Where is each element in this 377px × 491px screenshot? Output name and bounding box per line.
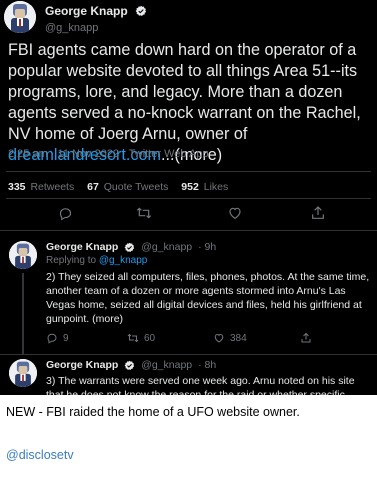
like-icon[interactable] [227, 205, 243, 221]
quotes-count: 67 [87, 181, 99, 193]
retweet-count: 60 [144, 332, 156, 344]
tweet-stats: 335 Retweets 67 Quote Tweets 952 Likes [8, 181, 238, 193]
retweet-button[interactable]: 60 [127, 332, 155, 344]
retweets-stat[interactable]: 335 Retweets [8, 181, 74, 193]
retweets-count: 335 [8, 181, 26, 193]
retweet-icon [127, 333, 139, 343]
reply-count: 9 [63, 332, 69, 344]
tweet-screenshot: George Knapp @g_knapp FBI agents came do… [0, 0, 377, 395]
avatar[interactable] [9, 359, 37, 387]
main-tweet-body: FBI agents came down hard on the operato… [8, 41, 361, 143]
display-name[interactable]: George Knapp [46, 241, 118, 253]
reply-tweet[interactable]: George Knapp @g_knapp · 8h 3) The warran… [0, 359, 377, 395]
like-button[interactable]: 384 [213, 332, 247, 344]
replying-prefix: Replying to [46, 255, 97, 266]
reply-tweet[interactable]: George Knapp @g_knapp · 9h Replying to @… [0, 241, 377, 355]
display-name[interactable]: George Knapp [45, 4, 128, 18]
reply-time[interactable]: · 9h [198, 241, 216, 253]
display-name[interactable]: George Knapp [46, 359, 118, 371]
verified-badge-icon [135, 5, 147, 16]
reply-time[interactable]: · 8h [198, 359, 216, 371]
divider [0, 354, 377, 355]
source-link[interactable]: @disclosetv [6, 448, 74, 462]
share-button[interactable] [300, 332, 312, 344]
share-icon[interactable] [310, 205, 326, 221]
reply-text: 3) The warrants were served one week ago… [46, 375, 355, 395]
divider [6, 171, 371, 172]
replying-to-handle[interactable]: @g_knapp [99, 255, 148, 266]
quotes-stat[interactable]: 67 Quote Tweets [87, 181, 168, 193]
reply-text: 2) They seized all computers, files, pho… [46, 271, 370, 325]
like-count: 384 [230, 332, 247, 344]
handle[interactable]: @g_knapp [45, 22, 147, 34]
reply-actions: 9 60 384 [46, 332, 346, 348]
tweet-actions [0, 201, 377, 225]
likes-label: Likes [203, 181, 229, 193]
verified-badge-icon [124, 360, 135, 370]
reply-icon [47, 333, 57, 344]
likes-stat[interactable]: 952 Likes [181, 181, 228, 193]
reply-header: George Knapp @g_knapp · 9h [46, 241, 216, 253]
replying-to: Replying to @g_knapp [46, 255, 147, 266]
reply-header: George Knapp @g_knapp · 8h [46, 359, 216, 371]
divider [6, 198, 371, 199]
share-icon [301, 332, 311, 343]
main-tweet-header: George Knapp @g_knapp [2, 0, 377, 36]
avatar[interactable] [4, 1, 36, 33]
likes-count: 952 [181, 181, 199, 193]
like-icon [214, 333, 224, 343]
thread-line [22, 273, 24, 355]
retweets-label: Retweets [30, 181, 75, 193]
verified-badge-icon [124, 242, 135, 252]
reply-icon[interactable] [57, 205, 73, 221]
quotes-label: Quote Tweets [103, 181, 169, 193]
divider [0, 230, 377, 231]
handle[interactable]: @g_knapp [141, 359, 192, 371]
post-caption: NEW - FBI raided the home of a UFO websi… [6, 405, 300, 419]
tweet-timestamp[interactable]: 2:25 am · 11 Nov 2022 · Twitter Web App [8, 148, 209, 160]
handle[interactable]: @g_knapp [141, 241, 192, 253]
reply-button[interactable]: 9 [46, 332, 69, 344]
avatar[interactable] [9, 241, 37, 269]
retweet-icon[interactable] [136, 205, 152, 221]
